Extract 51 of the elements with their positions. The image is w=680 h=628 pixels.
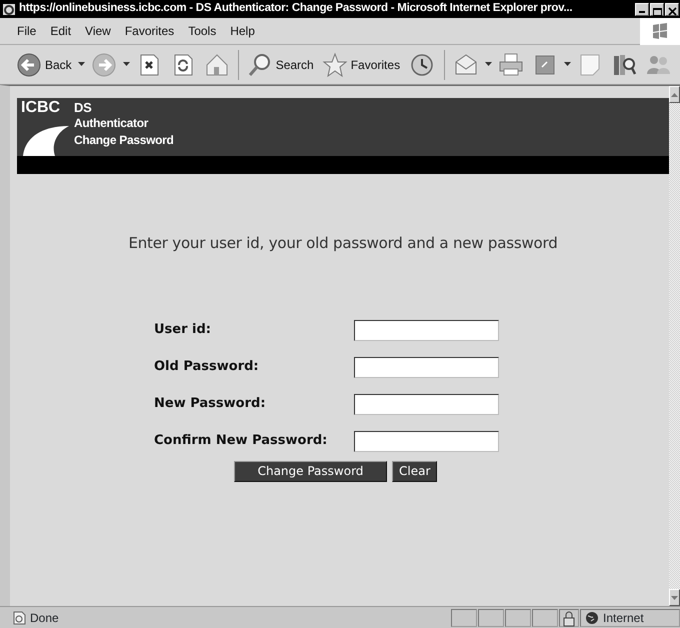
menu-item[interactable]: Favorites bbox=[118, 22, 182, 40]
field-label: Old Password: bbox=[154, 358, 260, 376]
maximize-button[interactable] bbox=[650, 2, 664, 16]
window-title: https://onlinebusiness.icbc.com - DS Authenticator: Change Password - Microsoft Internet Explorer prov... bbox=[19, 1, 574, 16]
up-arrow-icon bbox=[671, 92, 678, 96]
minimize-button[interactable] bbox=[635, 2, 649, 16]
home-icon bbox=[204, 52, 230, 78]
scroll-up-button[interactable] bbox=[669, 86, 680, 103]
field-label: User id: bbox=[154, 321, 212, 340]
globe-icon bbox=[585, 610, 599, 624]
down-arrow-icon bbox=[671, 596, 678, 600]
page-icon bbox=[12, 610, 26, 624]
menu-item[interactable]: View bbox=[78, 22, 118, 40]
input-field[interactable] bbox=[354, 320, 499, 340]
minimize-icon bbox=[639, 10, 645, 12]
status-panel bbox=[478, 608, 504, 626]
caret-icon[interactable] bbox=[564, 62, 572, 67]
header-title: Change Password bbox=[74, 132, 174, 149]
caret-icon[interactable] bbox=[78, 62, 85, 67]
status-text: Done bbox=[30, 610, 60, 626]
field-label: New Password: bbox=[154, 395, 267, 414]
mail-envelope-icon bbox=[453, 52, 480, 78]
menu-item[interactable]: Edit bbox=[43, 22, 78, 40]
menu-item[interactable]: Tools bbox=[181, 22, 224, 40]
input-field[interactable] bbox=[354, 430, 499, 452]
search-button[interactable]: Search bbox=[244, 52, 316, 78]
back-button[interactable]: Back bbox=[14, 52, 74, 78]
caret-icon[interactable] bbox=[485, 62, 492, 67]
zone-text: Internet bbox=[603, 610, 644, 626]
favorites-button[interactable]: Favorites bbox=[320, 52, 402, 78]
printer-icon bbox=[498, 52, 524, 78]
close-button[interactable] bbox=[665, 2, 679, 16]
caret-icon[interactable] bbox=[122, 62, 130, 67]
scroll-down-button[interactable] bbox=[669, 589, 680, 606]
clear-button[interactable]: Clear bbox=[392, 460, 438, 482]
menu-item[interactable]: Help bbox=[223, 22, 262, 40]
status-panel bbox=[505, 608, 531, 626]
star-icon bbox=[322, 52, 348, 78]
status-panel bbox=[451, 608, 477, 626]
header-title: Authenticator bbox=[74, 115, 150, 132]
header-title: DS bbox=[74, 100, 92, 115]
input-field[interactable] bbox=[354, 356, 499, 378]
instructions-text: Enter your user id, your old password and a new password bbox=[127, 233, 559, 254]
field-label: Confirm New Password: bbox=[154, 432, 328, 450]
search-icon bbox=[246, 52, 273, 78]
windows-logo-icon bbox=[650, 21, 670, 41]
scrollbar[interactable] bbox=[669, 86, 680, 606]
submit-button[interactable]: Change Password bbox=[234, 460, 387, 482]
menu-item[interactable]: File bbox=[10, 22, 44, 40]
logo-text: ICBC bbox=[21, 100, 62, 116]
input-field[interactable] bbox=[354, 394, 499, 414]
